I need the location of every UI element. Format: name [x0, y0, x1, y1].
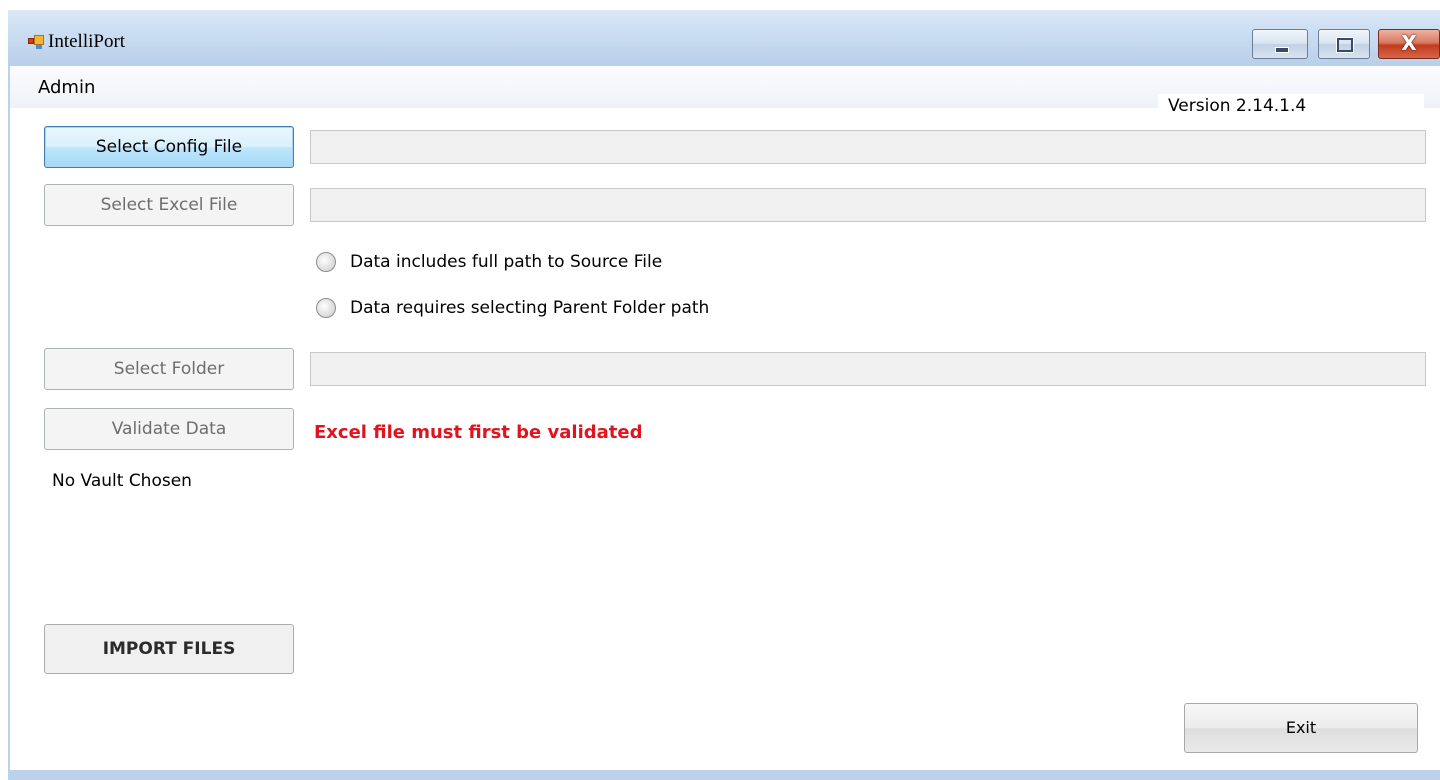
- close-icon: X: [1401, 31, 1417, 55]
- radio-button[interactable]: [316, 252, 336, 272]
- radio-full-path-label: Data includes full path to Source File: [350, 252, 663, 272]
- excel-file-path-field[interactable]: [310, 188, 1426, 222]
- menu-item-admin[interactable]: Admin: [38, 77, 95, 98]
- minimize-button[interactable]: [1252, 29, 1308, 59]
- validate-data-button[interactable]: Validate Data: [44, 408, 294, 450]
- import-files-button[interactable]: IMPORT FILES: [44, 624, 294, 674]
- select-excel-file-button[interactable]: Select Excel File: [44, 184, 294, 226]
- intelliport-window: IntelliPort X Admin Version 2.14.1.4 Sel…: [8, 10, 1440, 780]
- select-config-file-button[interactable]: Select Config File: [44, 126, 294, 168]
- select-folder-button[interactable]: Select Folder: [44, 348, 294, 390]
- app-icon: [28, 35, 44, 49]
- folder-path-field[interactable]: [310, 352, 1426, 386]
- window-title: IntelliPort: [48, 31, 126, 52]
- radio-button[interactable]: [316, 298, 336, 318]
- validation-message: Excel file must first be validated: [314, 422, 643, 443]
- config-file-path-field[interactable]: [310, 130, 1426, 164]
- maximize-icon: [1336, 37, 1354, 53]
- maximize-button[interactable]: [1318, 29, 1370, 59]
- vault-status-label: No Vault Chosen: [52, 471, 192, 491]
- client-area: Admin Version 2.14.1.4 Select Config Fil…: [10, 66, 1440, 770]
- close-button[interactable]: X: [1378, 29, 1440, 59]
- version-label: Version 2.14.1.4: [1158, 94, 1424, 122]
- title-bar[interactable]: IntelliPort X: [8, 10, 1440, 66]
- minimize-icon: [1275, 47, 1289, 53]
- exit-button[interactable]: Exit: [1184, 703, 1418, 753]
- radio-parent-folder-label: Data requires selecting Parent Folder pa…: [350, 298, 710, 318]
